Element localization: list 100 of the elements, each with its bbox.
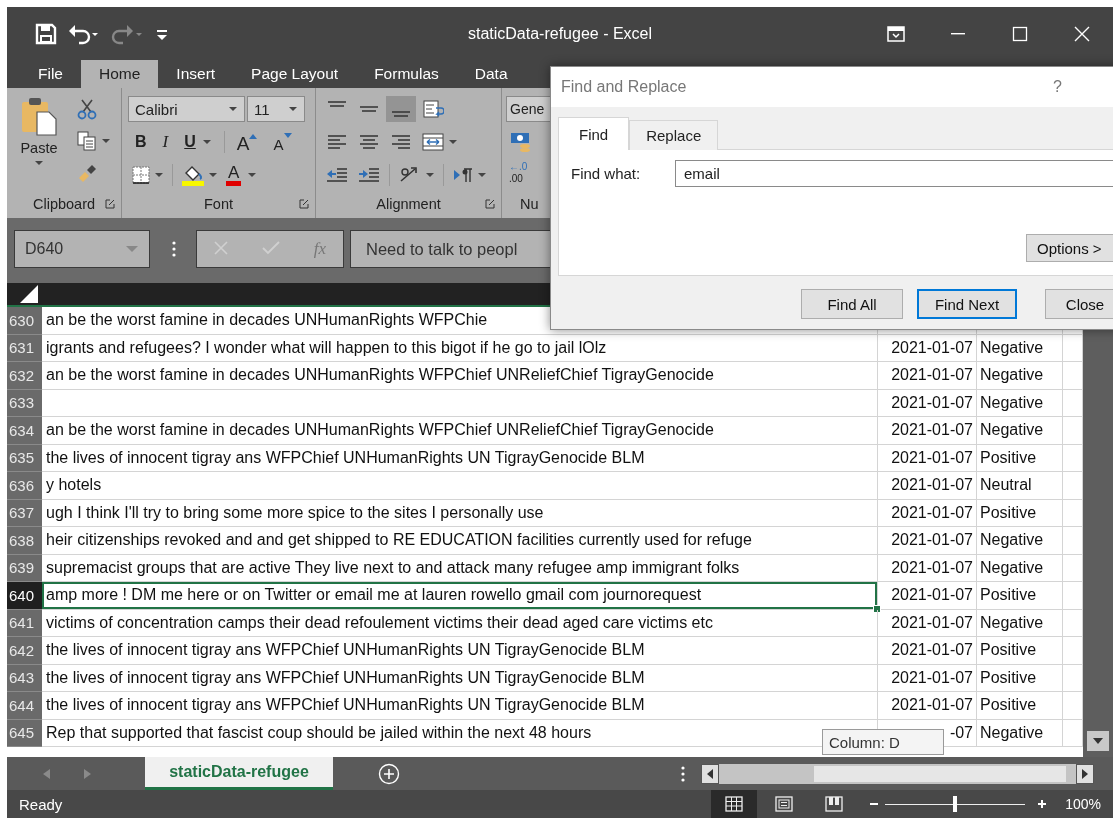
dialog-launcher-button[interactable] xyxy=(485,199,495,209)
help-button[interactable]: ? xyxy=(1053,78,1062,96)
row-header[interactable]: 634 xyxy=(7,417,42,445)
dialog-launcher-button[interactable] xyxy=(105,199,115,209)
page-icon xyxy=(775,796,794,812)
row-header[interactable]: 645 xyxy=(7,719,42,747)
table-cell: amp more ! DM me here or on Twitter or email me at lauren rowello gmail com journorequest xyxy=(42,582,878,610)
redo-icon xyxy=(111,22,145,45)
zoom-level: 100% xyxy=(1065,796,1101,812)
right-triangle-icon xyxy=(83,768,91,779)
ribbon-tab[interactable]: File xyxy=(20,60,81,88)
scissors-icon xyxy=(76,98,98,120)
row-header[interactable]: 644 xyxy=(7,692,42,720)
align-right-icon xyxy=(390,133,412,151)
minimize-icon xyxy=(951,32,965,35)
ribbon-tab[interactable]: Formulas xyxy=(356,60,457,88)
table-cell: 2021-01-07 xyxy=(878,637,977,665)
row-header[interactable]: 643 xyxy=(7,664,42,692)
scroll-right-button[interactable] xyxy=(1076,763,1094,784)
borders-icon xyxy=(131,165,151,185)
caret-icon xyxy=(425,172,435,178)
launcher-icon xyxy=(485,199,495,209)
underline-button[interactable]: U xyxy=(177,129,219,155)
more-icon xyxy=(172,241,176,257)
table-cell: an be the worst famine in decades UNHumanRights WFPChief UNReliefChief TigrayGenocide xyxy=(42,417,878,445)
row-header[interactable]: 639 xyxy=(7,554,42,582)
table-cell: 2021-01-07 xyxy=(878,664,977,692)
caret-icon xyxy=(228,106,238,112)
row-header[interactable]: 642 xyxy=(7,637,42,665)
caret-icon xyxy=(101,138,111,144)
zoom-in-button[interactable] xyxy=(1037,799,1048,809)
table-cell: Positive xyxy=(977,499,1063,527)
row-header[interactable]: 640 xyxy=(7,582,42,610)
table-cell: 2021-01-07 xyxy=(878,609,977,637)
dialog-tab[interactable]: Find xyxy=(558,117,630,150)
caret-icon xyxy=(201,139,212,145)
scroll-down-button[interactable] xyxy=(1087,731,1109,751)
options-button[interactable]: Options > xyxy=(1026,234,1113,262)
dialog-button[interactable]: Close xyxy=(1045,289,1113,319)
lines-icon xyxy=(328,101,346,107)
dialog-button[interactable]: Find Next xyxy=(917,289,1017,319)
table-cell: igrants and refugees? I wonder what will happen to this bigot if he go to jail lOlz xyxy=(42,334,878,362)
table-cell: Negative xyxy=(977,334,1063,362)
increase-font-size-button[interactable]: A xyxy=(229,129,265,155)
caret-icon xyxy=(208,172,218,178)
decrease-font-size-button[interactable]: A xyxy=(266,129,299,155)
paint-bucket-icon xyxy=(181,164,205,186)
scroll-left-button[interactable] xyxy=(701,763,719,784)
dialog-launcher-button[interactable] xyxy=(299,199,309,209)
dialog-button[interactable]: Find All xyxy=(801,289,903,319)
table-cell: heir citizenships revoked and and get shipped to RE EDUCATION facilities currently used for refuge xyxy=(42,527,878,555)
bold-button[interactable]: B xyxy=(128,129,154,155)
row-header[interactable]: 631 xyxy=(7,334,42,362)
row-header[interactable]: 635 xyxy=(7,444,42,472)
paste-button[interactable]: Paste xyxy=(13,94,65,190)
font-color-button[interactable]: A xyxy=(223,162,261,188)
font-name-combobox[interactable]: Calibri xyxy=(128,96,245,122)
table-cell: 2021-01-07 xyxy=(878,417,977,445)
table-cell: Positive xyxy=(977,582,1063,610)
new-sheet-button[interactable] xyxy=(378,762,400,785)
table-cell: Positive xyxy=(977,664,1063,692)
row-header[interactable]: 637 xyxy=(7,499,42,527)
dialog-tab[interactable]: Replace xyxy=(629,120,719,150)
align-left-icon xyxy=(326,133,348,151)
scroll-thumb[interactable] xyxy=(814,765,1066,782)
name-box[interactable]: D640 xyxy=(14,230,150,268)
triangle-icon xyxy=(18,283,40,305)
bottom-align-button[interactable] xyxy=(386,96,416,122)
ribbon-tab[interactable]: Home xyxy=(81,60,159,88)
lines-icon xyxy=(392,111,410,117)
table-cell: Positive xyxy=(977,637,1063,665)
font-size-combobox[interactable]: 11 xyxy=(247,96,305,122)
row-header[interactable]: 633 xyxy=(7,389,42,417)
tooltip: Column: D xyxy=(822,729,944,755)
plus-icon xyxy=(1037,799,1048,809)
italic-button[interactable]: I xyxy=(155,129,176,155)
row-header[interactable]: 636 xyxy=(7,472,42,500)
slider-thumb[interactable] xyxy=(953,796,958,812)
row-header[interactable]: 641 xyxy=(7,609,42,637)
save-button[interactable] xyxy=(35,22,57,45)
close-icon xyxy=(1074,25,1090,42)
increase-decimal-button[interactable]: ←.0 .00 xyxy=(506,161,531,189)
row-header[interactable]: 632 xyxy=(7,362,42,390)
sheet-tab[interactable]: staticData-refugee xyxy=(145,757,333,790)
horizontal-scrollbar[interactable] xyxy=(701,763,1094,784)
table-cell: Positive xyxy=(977,692,1063,720)
ribbon-tab[interactable]: Insert xyxy=(158,60,234,88)
left-triangle-icon xyxy=(707,768,713,779)
ribbon-tab[interactable]: Page Layout xyxy=(233,60,357,88)
row-header[interactable]: 638 xyxy=(7,527,42,555)
table-cell: Negative xyxy=(977,527,1063,555)
table-cell: an be the worst famine in decades UNHumanRights WFPChief UNReliefChief TigrayGenocide xyxy=(42,362,878,390)
group-label: Nu xyxy=(520,196,539,212)
triangle-icon xyxy=(249,133,258,139)
normal-view-button[interactable] xyxy=(711,790,758,818)
table-cell: Negative xyxy=(977,719,1063,747)
ribbon-tab[interactable]: Data xyxy=(456,60,526,88)
find-what-field[interactable]: email xyxy=(675,160,1113,187)
row-header[interactable]: 630 xyxy=(7,307,42,335)
table-cell: 2021-01-07 xyxy=(878,582,977,610)
